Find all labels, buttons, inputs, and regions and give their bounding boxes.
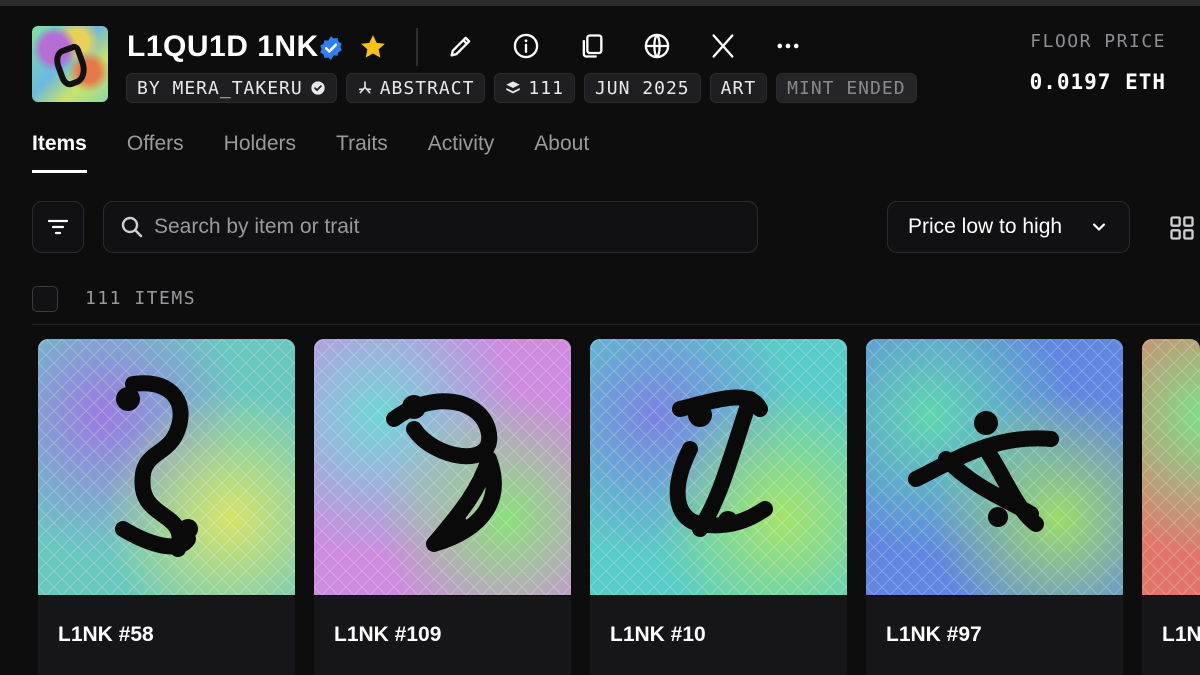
collection-avatar xyxy=(32,26,108,102)
layers-icon xyxy=(506,81,521,94)
collection-tabs: Items Offers Holders Traits Activity Abo… xyxy=(32,132,589,173)
category-chip-label: ART xyxy=(720,77,757,99)
x-logo-icon[interactable] xyxy=(707,30,739,62)
item-name: L1NK #109 xyxy=(334,623,442,646)
section-divider xyxy=(32,324,1200,325)
date-chip: JUN 2025 xyxy=(583,73,701,103)
item-artwork xyxy=(590,339,847,595)
floor-price-value: 0.0197 ETH xyxy=(1029,70,1166,94)
item-artwork xyxy=(314,339,571,595)
tab-activity[interactable]: Activity xyxy=(428,132,495,173)
tab-about[interactable]: About xyxy=(534,132,589,173)
supply-chip: 111 xyxy=(494,73,575,103)
tab-items[interactable]: Items xyxy=(32,132,87,173)
header-separator xyxy=(416,28,418,66)
info-icon[interactable] xyxy=(510,30,542,62)
item-card[interactable]: L1NK #97 xyxy=(866,339,1123,675)
item-name: L1NK #10 xyxy=(610,623,706,646)
select-all-checkbox[interactable] xyxy=(32,286,58,312)
search-input[interactable] xyxy=(154,215,714,239)
tab-traits[interactable]: Traits xyxy=(336,132,388,173)
mint-status-chip: MINT ENDED xyxy=(776,73,917,103)
item-artwork xyxy=(866,339,1123,595)
chevron-down-icon xyxy=(1092,223,1106,231)
item-name: L1NK #97 xyxy=(886,623,982,646)
more-icon[interactable] xyxy=(772,30,804,62)
globe-icon[interactable] xyxy=(641,30,673,62)
grid-icon xyxy=(1170,216,1194,240)
sort-label: Price low to high xyxy=(908,215,1063,238)
supply-chip-label: 111 xyxy=(528,77,564,99)
category-chip[interactable]: ART xyxy=(709,73,768,103)
item-card[interactable]: L1NK xyxy=(1142,339,1200,675)
item-artwork xyxy=(1142,339,1200,595)
item-artwork xyxy=(38,339,295,595)
creator-chip-label: BY MERA_TAKERU xyxy=(137,77,303,99)
item-name: L1NK xyxy=(1162,623,1200,646)
search-box[interactable] xyxy=(103,201,758,253)
collection-title: L1QU1D 1NK xyxy=(127,30,319,63)
creator-verified-icon xyxy=(311,81,325,95)
chain-chip[interactable]: ABSTRACT xyxy=(345,73,486,103)
top-window-bar xyxy=(0,0,1200,6)
item-name: L1NK #58 xyxy=(58,623,154,646)
mint-status-label: MINT ENDED xyxy=(787,77,906,99)
chain-chip-label: ABSTRACT xyxy=(379,77,475,99)
search-icon xyxy=(121,216,143,238)
item-card[interactable]: L1NK #10 xyxy=(590,339,847,675)
abstract-chain-icon xyxy=(358,81,371,94)
grid-view-toggle[interactable] xyxy=(1164,210,1200,246)
copy-icon[interactable] xyxy=(576,30,608,62)
tab-offers[interactable]: Offers xyxy=(127,132,184,173)
item-card[interactable]: L1NK #109 xyxy=(314,339,571,675)
filter-icon xyxy=(47,219,69,235)
date-chip-label: JUN 2025 xyxy=(594,77,690,99)
favorite-star-icon[interactable] xyxy=(358,32,388,62)
pencil-icon[interactable] xyxy=(445,30,477,62)
item-card[interactable]: L1NK #58 xyxy=(38,339,295,675)
sort-dropdown[interactable]: Price low to high xyxy=(887,201,1130,253)
creator-chip[interactable]: BY MERA_TAKERU xyxy=(126,73,337,103)
items-count: 111 ITEMS xyxy=(85,288,197,309)
filter-button[interactable] xyxy=(32,201,84,253)
verified-badge-icon xyxy=(320,36,342,60)
tab-holders[interactable]: Holders xyxy=(224,132,296,173)
floor-price-label: FLOOR PRICE xyxy=(1030,31,1166,52)
